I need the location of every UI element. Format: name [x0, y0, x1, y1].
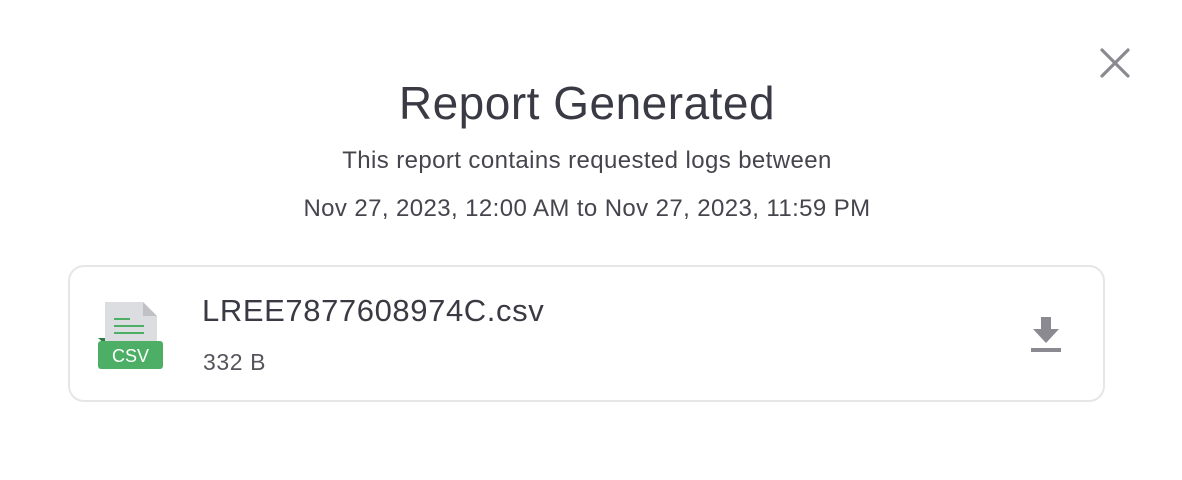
download-icon: [1031, 317, 1061, 352]
file-card: CSV LREE7877608974C.csv 332 B: [68, 265, 1105, 402]
file-name: LREE7877608974C.csv: [202, 293, 545, 328]
close-icon: [1100, 48, 1130, 78]
download-button[interactable]: [1026, 313, 1066, 357]
file-type-label: CSV: [112, 346, 149, 366]
dialog-title: Report Generated: [398, 77, 776, 129]
date-range-text: Nov 27, 2023, 12:00 AM to Nov 27, 2023, …: [303, 195, 871, 222]
dialog-subtitle: This report contains requested logs betw…: [342, 147, 832, 174]
csv-file-icon: CSV: [97, 300, 164, 372]
file-size: 332 B: [203, 349, 267, 375]
report-generated-dialog: Report Generated This report contains re…: [0, 0, 1182, 480]
